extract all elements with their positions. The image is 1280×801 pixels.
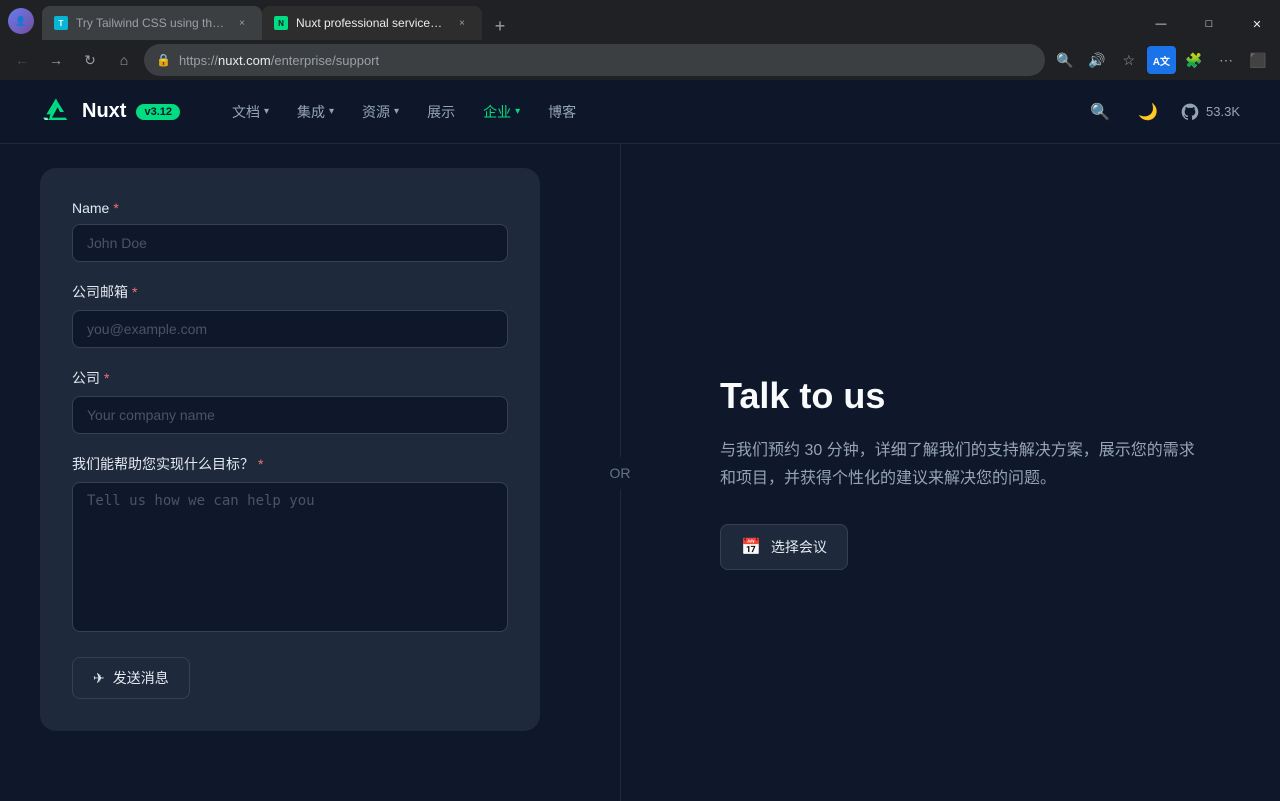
required-indicator: * <box>113 200 118 216</box>
toolbar-actions: 🔍 🔊 ☆ A文 🧩 ⋯ ⬛ <box>1051 46 1272 74</box>
nuxt-logo-text: Nuxt <box>82 100 126 123</box>
nav-integrations[interactable]: 集成 ▾ <box>285 96 346 128</box>
nav-links: 文档 ▾ 集成 ▾ 资源 ▾ 展示 企业 ▾ 博客 <box>220 96 1084 128</box>
avatar: 👤 <box>8 8 34 34</box>
version-badge: v3.12 <box>136 104 180 120</box>
send-icon: ✈ <box>93 670 105 687</box>
talk-section: Talk to us 与我们预约 30 分钟，详细了解我们的支持解决方案，展示您… <box>720 375 1200 569</box>
company-field-group: 公司 * <box>72 368 508 434</box>
edge-search-button[interactable]: 🔍 <box>1051 46 1079 74</box>
reload-button[interactable]: ↻ <box>76 46 104 74</box>
company-input[interactable] <box>72 396 508 434</box>
name-label: Name * <box>72 200 508 216</box>
required-indicator: * <box>258 456 263 472</box>
nav-docs[interactable]: 文档 ▾ <box>220 96 281 128</box>
tab-close-button[interactable]: × <box>234 15 250 31</box>
maximize-button[interactable]: □ <box>1186 8 1232 40</box>
or-divider: OR <box>580 144 660 801</box>
main-layout: Name * 公司邮箱 * 公司 <box>0 144 1280 801</box>
browser-toolbar: ← → ↻ ⌂ 🔒 https://nuxt.com/enterprise/su… <box>0 40 1280 80</box>
chevron-down-icon: ▾ <box>515 106 520 117</box>
extensions-button[interactable]: 🧩 <box>1180 46 1208 74</box>
search-button[interactable]: 🔍 <box>1084 96 1116 128</box>
github-button[interactable]: 53.3K <box>1180 102 1240 122</box>
lock-icon: 🔒 <box>156 53 171 67</box>
form-panel: Name * 公司邮箱 * 公司 <box>0 144 580 801</box>
nuxt-logo[interactable]: Nuxt v3.12 <box>40 96 180 128</box>
nav-resources[interactable]: 资源 ▾ <box>350 96 411 128</box>
talk-description: 与我们预约 30 分钟，详细了解我们的支持解决方案，展示您的需求和项目，并获得个… <box>720 437 1200 491</box>
more-button[interactable]: ⋯ <box>1212 46 1240 74</box>
home-button[interactable]: ⌂ <box>110 46 138 74</box>
email-input[interactable] <box>72 310 508 348</box>
required-indicator: * <box>104 370 109 386</box>
chevron-down-icon: ▾ <box>329 106 334 117</box>
window-controls: — □ ✕ <box>1138 8 1280 40</box>
tab-close-active-button[interactable]: × <box>454 15 470 31</box>
right-panel: Talk to us 与我们预约 30 分钟，详细了解我们的支持解决方案，展示您… <box>660 144 1280 801</box>
tab-title-active: Nuxt professional services · Enter... <box>296 16 446 30</box>
address-bar[interactable]: 🔒 https://nuxt.com/enterprise/support <box>144 44 1045 76</box>
goal-label: 我们能帮助您实现什么目标？ * <box>72 454 508 474</box>
nav-enterprise[interactable]: 企业 ▾ <box>471 96 532 128</box>
sidebar-button[interactable]: ⬛ <box>1244 46 1272 74</box>
github-icon <box>1180 102 1200 122</box>
favorites-button[interactable]: ☆ <box>1115 46 1143 74</box>
name-input[interactable] <box>72 224 508 262</box>
theme-toggle-button[interactable]: 🌙 <box>1132 96 1164 128</box>
goal-field-group: 我们能帮助您实现什么目标？ * <box>72 454 508 637</box>
or-text: OR <box>606 457 635 489</box>
new-tab-button[interactable]: + <box>486 12 514 40</box>
talk-title: Talk to us <box>720 375 1200 417</box>
back-button[interactable]: ← <box>8 46 36 74</box>
goal-textarea[interactable] <box>72 482 508 632</box>
nuxt-logo-icon <box>40 96 72 128</box>
company-label: 公司 * <box>72 368 508 388</box>
github-stars: 53.3K <box>1206 104 1240 119</box>
tab-favicon-active: N <box>274 16 288 30</box>
minimize-button[interactable]: — <box>1138 8 1184 40</box>
chevron-down-icon: ▾ <box>264 106 269 117</box>
page-content: Nuxt v3.12 文档 ▾ 集成 ▾ 资源 ▾ 展示 企业 ▾ <box>0 80 1280 801</box>
name-field-group: Name * <box>72 200 508 262</box>
email-label: 公司邮箱 * <box>72 282 508 302</box>
calendar-icon: 📅 <box>741 537 761 557</box>
forward-button[interactable]: → <box>42 46 70 74</box>
submit-button[interactable]: ✈ 发送消息 <box>72 657 190 699</box>
email-field-group: 公司邮箱 * <box>72 282 508 348</box>
read-aloud-button[interactable]: 🔊 <box>1083 46 1111 74</box>
tab-tailwind[interactable]: T Try Tailwind CSS using the Play C... × <box>42 6 262 40</box>
nav-showcase[interactable]: 展示 <box>415 96 467 128</box>
tab-favicon: T <box>54 16 68 30</box>
chevron-down-icon: ▾ <box>394 106 399 117</box>
close-button[interactable]: ✕ <box>1234 8 1280 40</box>
schedule-meeting-button[interactable]: 📅 选择会议 <box>720 524 848 570</box>
tab-nuxt[interactable]: N Nuxt professional services · Enter... … <box>262 6 482 40</box>
url-text: https://nuxt.com/enterprise/support <box>179 53 1033 68</box>
required-indicator: * <box>132 284 137 300</box>
form-card: Name * 公司邮箱 * 公司 <box>40 168 540 731</box>
nuxt-navbar: Nuxt v3.12 文档 ▾ 集成 ▾ 资源 ▾ 展示 企业 ▾ <box>0 80 1280 144</box>
nav-blog[interactable]: 博客 <box>536 96 588 128</box>
nav-actions: 🔍 🌙 53.3K <box>1084 96 1240 128</box>
browser-chrome: 👤 T Try Tailwind CSS using the Play C...… <box>0 0 1280 80</box>
translate-button[interactable]: A文 <box>1147 46 1176 74</box>
tab-title: Try Tailwind CSS using the Play C... <box>76 16 226 30</box>
